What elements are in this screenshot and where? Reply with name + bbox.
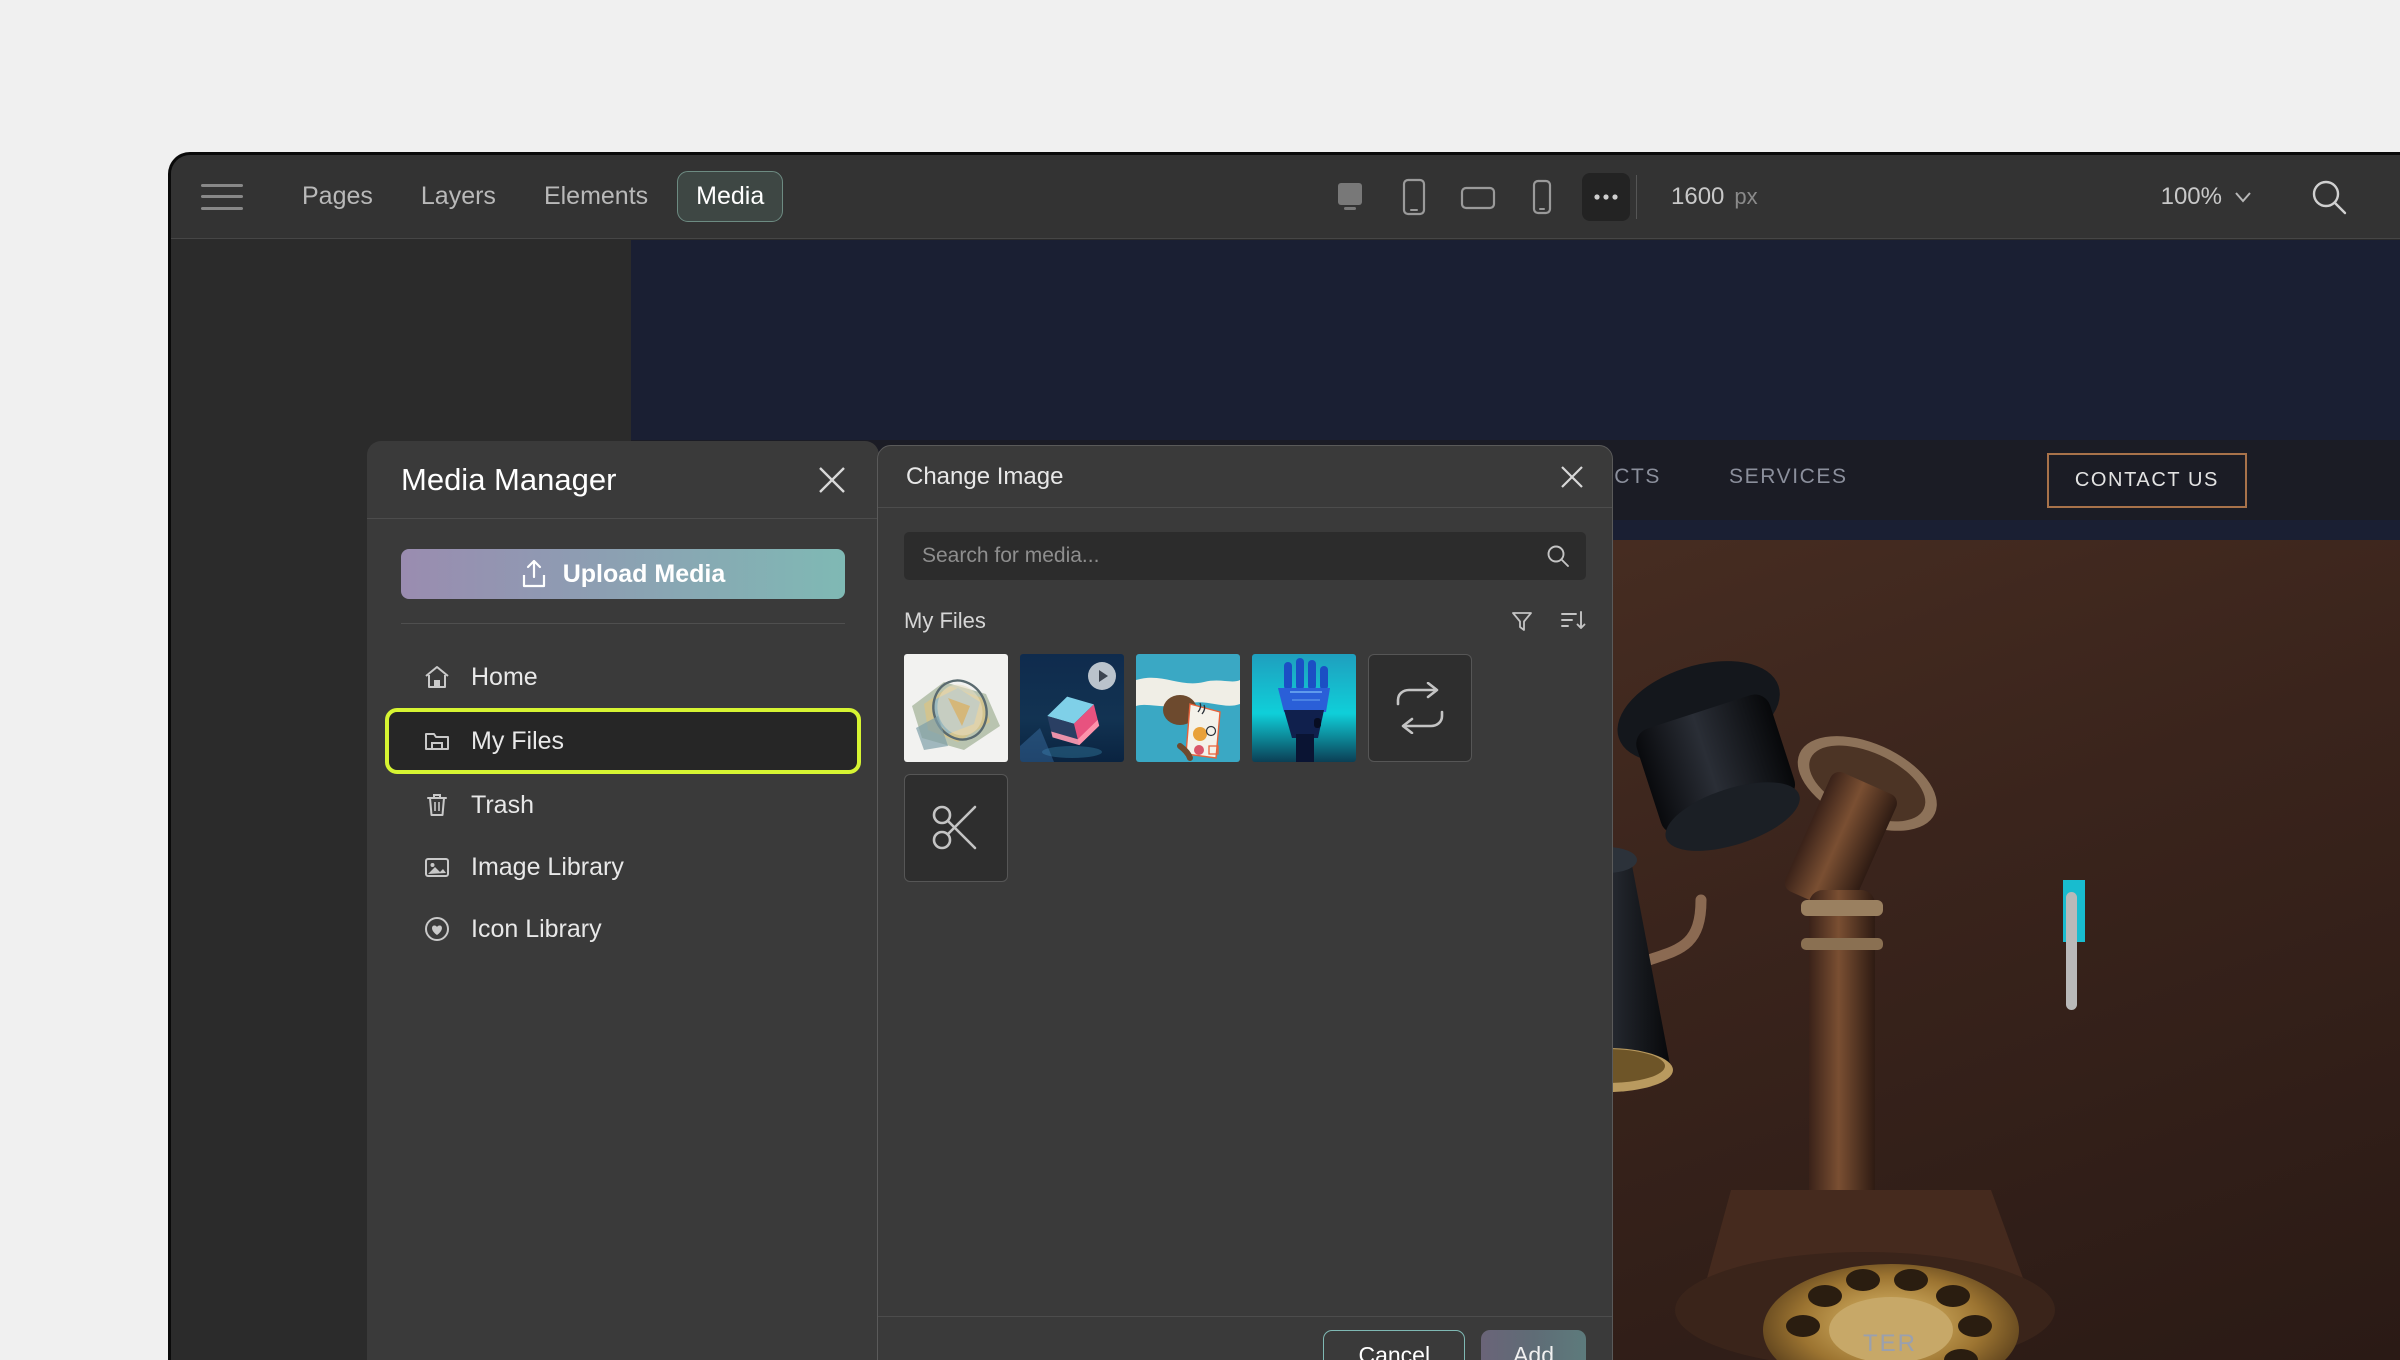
upload-media-button[interactable]: Upload Media: [401, 549, 845, 599]
sidebar-item-home-label: Home: [471, 662, 538, 691]
ellipsis-icon[interactable]: [1582, 173, 1630, 221]
dialog-title: Change Image: [906, 462, 1064, 490]
canvas-width-display[interactable]: 1600 px: [1671, 155, 1758, 239]
hamburger-icon[interactable]: [201, 183, 243, 210]
contact-us-button[interactable]: CONTACT US: [2046, 452, 2247, 508]
tab-layers[interactable]: Layers: [402, 171, 515, 222]
tab-media[interactable]: Media: [677, 171, 784, 222]
close-icon[interactable]: [815, 463, 849, 497]
sidebar-item-my-files-label: My Files: [471, 726, 565, 755]
tablet-landscape-icon[interactable]: [1454, 173, 1502, 221]
media-manager-divider: [401, 623, 845, 624]
search-input[interactable]: [922, 544, 1546, 568]
folder-icon: [425, 733, 449, 750]
upload-icon: [522, 559, 545, 588]
tab-pages[interactable]: Pages: [283, 171, 392, 222]
sidebar-item-icon-library[interactable]: Icon Library: [385, 898, 861, 960]
play-icon: [1088, 662, 1116, 690]
filter-icon[interactable]: [1510, 609, 1534, 633]
canvas-scrollbar[interactable]: [2066, 892, 2077, 1010]
thumbnail-prism-cube-video[interactable]: [1020, 654, 1124, 762]
canvas-width-unit: px: [1734, 184, 1758, 209]
sort-descending-icon[interactable]: [1560, 609, 1586, 633]
placeholder-cut-media[interactable]: [904, 774, 1008, 882]
sidebar-item-trash[interactable]: Trash: [385, 774, 861, 836]
close-icon[interactable]: [1558, 463, 1586, 491]
change-image-dialog: Change Image My Files: [877, 445, 1613, 1360]
heart-badge-icon: [425, 917, 449, 941]
media-manager-title: Media Manager: [401, 461, 617, 497]
tab-elements[interactable]: Elements: [525, 171, 667, 222]
dialog-search-row: [878, 508, 1612, 580]
thumbnail-person-artwork[interactable]: [1136, 654, 1240, 762]
sidebar-item-my-files[interactable]: My Files: [385, 708, 861, 774]
search-field[interactable]: [904, 532, 1586, 580]
trash-icon: [427, 794, 447, 816]
search-icon: [1547, 545, 1569, 567]
thumbnail-iridescent-glass[interactable]: [904, 654, 1008, 762]
placeholder-replace-media[interactable]: [1368, 654, 1472, 762]
mobile-icon[interactable]: [1518, 173, 1566, 221]
sidebar-item-home[interactable]: Home: [385, 646, 861, 708]
media-manager-header: Media Manager: [367, 441, 879, 519]
add-button[interactable]: Add: [1481, 1330, 1586, 1360]
monitor-icon[interactable]: [1326, 173, 1374, 221]
scissors-icon: [932, 805, 977, 850]
dialog-header: Change Image: [878, 446, 1612, 508]
files-section-label: My Files: [904, 608, 986, 633]
site-link-services[interactable]: SERVICES: [1729, 465, 1848, 495]
swap-arrows-icon: [1396, 682, 1444, 734]
chevron-down-icon: [2235, 192, 2251, 203]
tablet-icon[interactable]: [1390, 173, 1438, 221]
hero-subtext: TER: [1863, 1330, 1917, 1357]
sidebar-item-image-library-label: Image Library: [471, 852, 624, 881]
home-icon: [425, 666, 449, 688]
topbar-divider: [1636, 175, 1637, 219]
editor-topbar: Pages Layers Elements Media 1600 px 100%: [171, 155, 2400, 239]
canvas-width-value: 1600: [1671, 183, 1725, 210]
device-preview-group: [1326, 155, 1630, 239]
sidebar-item-trash-label: Trash: [471, 790, 534, 819]
app-window: N NCE+ TER HOME ABOUT US PROJECTS SERVIC…: [168, 152, 2400, 1360]
dialog-files-row: My Files: [878, 580, 1612, 634]
image-icon: [425, 858, 449, 877]
sidebar-item-image-library[interactable]: Image Library: [385, 836, 861, 898]
cancel-button[interactable]: Cancel: [1323, 1330, 1466, 1360]
media-manager-nav: Home My Files Trash Image Library Icon L…: [367, 646, 879, 960]
dialog-footer: Cancel Add: [878, 1316, 1612, 1360]
files-actions: [1510, 609, 1586, 633]
zoom-value: 100%: [2160, 183, 2222, 210]
search-icon[interactable]: [2310, 155, 2348, 239]
thumbnail-robotic-hand[interactable]: [1252, 654, 1356, 762]
zoom-selector[interactable]: 100%: [2161, 155, 2252, 239]
media-manager-panel: Media Manager Upload Media Home My Files…: [367, 441, 879, 1360]
upload-media-label: Upload Media: [562, 559, 726, 588]
media-thumbnail-grid: [878, 634, 1612, 882]
editor-tabs: Pages Layers Elements Media: [283, 171, 784, 222]
sidebar-item-icon-library-label: Icon Library: [471, 914, 602, 943]
